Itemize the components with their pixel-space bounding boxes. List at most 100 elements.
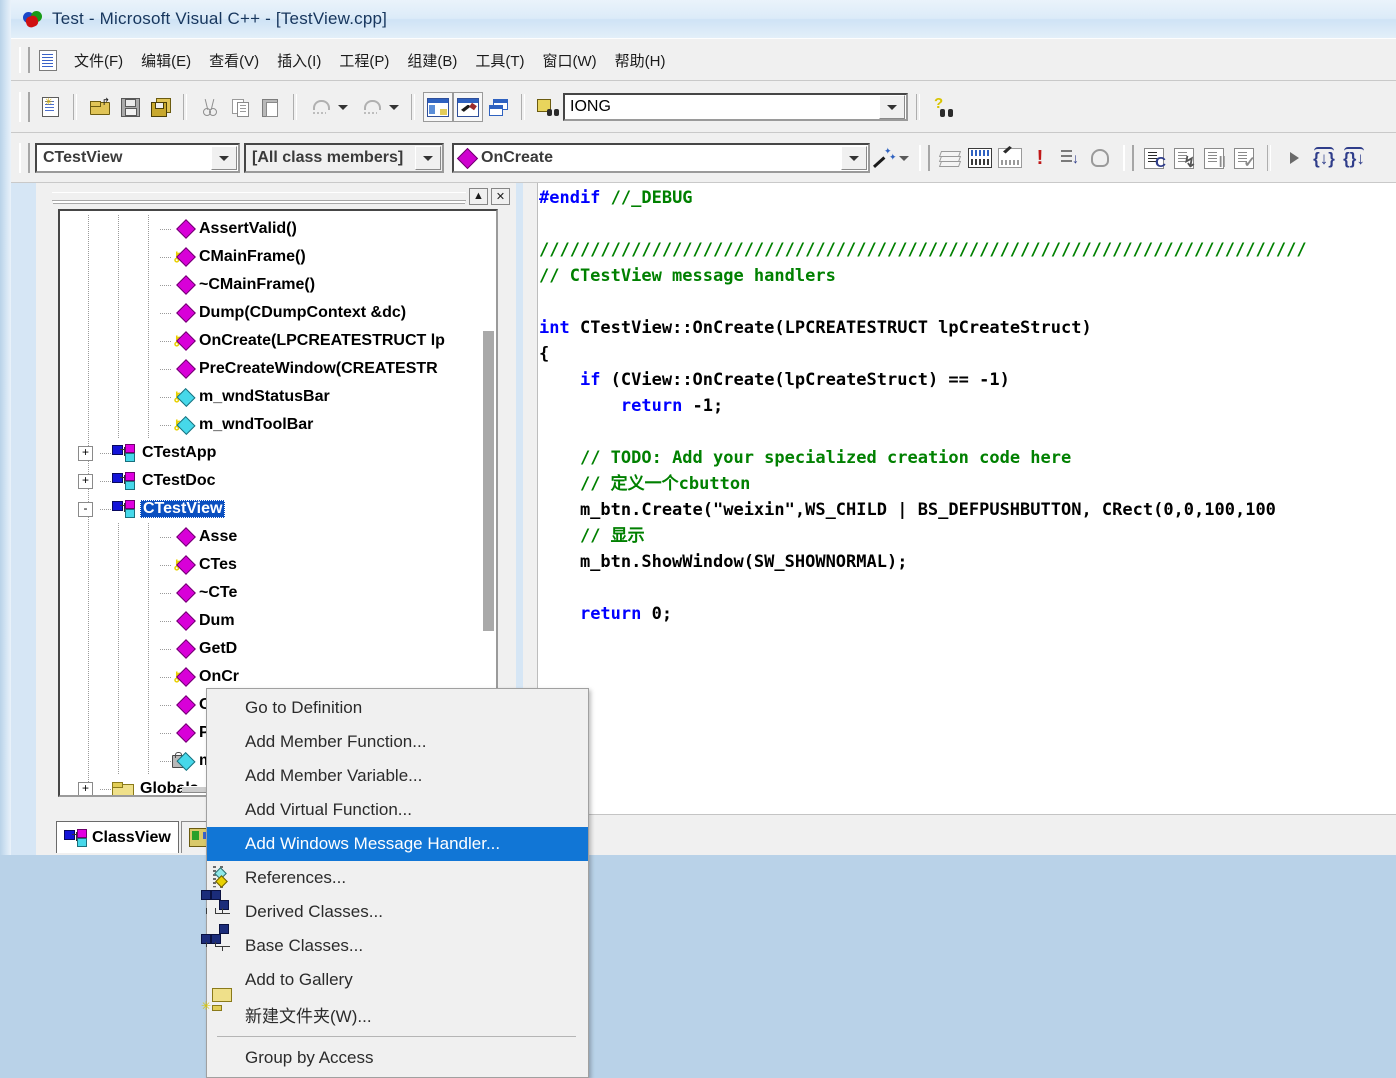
member-combo[interactable]: OnCreate (452, 143, 870, 173)
toolbar-separator (411, 94, 415, 120)
paste-button[interactable] (255, 92, 285, 122)
menuitem-label: Add to Gallery (245, 970, 353, 989)
menuitem-derived-classes[interactable]: Derived Classes... (201, 890, 588, 929)
output-button[interactable] (453, 92, 483, 122)
tree-expand-icon[interactable]: + (78, 474, 93, 489)
class-combo-dropdown[interactable] (211, 146, 237, 170)
find-help-button[interactable]: ? (928, 92, 958, 122)
tree-item[interactable]: Dum (60, 607, 496, 635)
magic-wand-icon[interactable]: ✦ ✦ (870, 146, 897, 170)
find-combo-dropdown[interactable] (879, 95, 905, 119)
compile-button[interactable]: C (1139, 144, 1169, 172)
close-icon[interactable]: ✕ (491, 187, 510, 205)
new-document-button[interactable]: ✳ (35, 92, 65, 122)
tree-item[interactable]: + CTestApp (60, 439, 496, 467)
menu-project[interactable]: 工程(P) (330, 47, 398, 74)
tree-item[interactable]: + CTestDoc (60, 467, 496, 495)
class-combo[interactable]: CTestView (35, 143, 240, 173)
menu-file[interactable]: 文件(F) (65, 47, 132, 74)
menuitem-new-folder[interactable]: ✳ 新建文件夹(W)... (201, 988, 588, 1031)
insert-breakpoint-button[interactable]: {↓} (1309, 144, 1339, 172)
undo-dropdown-icon[interactable] (338, 104, 348, 110)
tree-item[interactable]: Asse (60, 523, 496, 551)
menuitem-go-to-definition[interactable]: Go to Definition (207, 691, 588, 725)
tree-item[interactable]: ⚷CTes (60, 551, 496, 579)
workspace-button[interactable] (423, 92, 453, 122)
tree-item[interactable]: - CTestView (60, 495, 496, 523)
menuitem-add-member-function[interactable]: Add Member Function... (207, 725, 588, 759)
menuitem-references[interactable]: References... (207, 861, 588, 895)
menu-edit[interactable]: 编辑(E) (132, 47, 200, 74)
hand-button[interactable] (1085, 144, 1115, 172)
find-help-icon: ? (933, 96, 953, 117)
menu-window[interactable]: 窗口(W) (533, 47, 605, 74)
toolbar-gripper[interactable] (19, 92, 30, 122)
tree-collapse-icon[interactable]: - (78, 502, 93, 517)
save-button[interactable] (115, 92, 145, 122)
bookmark-next-button[interactable]: ↓ (1055, 144, 1085, 172)
menu-insert[interactable]: 插入(I) (268, 47, 330, 74)
menuitem-add-member-variable[interactable]: Add Member Variable... (207, 759, 588, 793)
execute-button[interactable]: ✓ (1229, 144, 1259, 172)
tab-classview[interactable]: ClassView (56, 821, 179, 853)
open-file-button[interactable]: ↱ (85, 92, 115, 122)
go-button[interactable] (1279, 144, 1309, 172)
error-button[interactable]: ! (1025, 144, 1055, 172)
search-keyboard-button[interactable] (965, 144, 995, 172)
menuitem-base-classes[interactable]: Base Classes... (201, 924, 588, 963)
context-menu[interactable]: Go to Definition Add Member Function... … (201, 688, 589, 1078)
save-all-button[interactable] (145, 92, 175, 122)
cut-button[interactable] (195, 92, 225, 122)
redo-button[interactable] (356, 92, 386, 122)
tree-item[interactable]: ~CTe (60, 579, 496, 607)
menubar-gripper[interactable] (19, 47, 30, 73)
code-editor[interactable]: #endif //_DEBUG ////////////////////////… (523, 183, 1396, 855)
tree-vertical-scrollbar[interactable] (483, 331, 494, 631)
tree-item[interactable]: AssertValid() (60, 215, 496, 243)
tree-guide-line (88, 299, 89, 327)
tree-item[interactable]: ~CMainFrame() (60, 271, 496, 299)
filter-combo-dropdown[interactable] (415, 146, 441, 170)
wizardbar-gripper-2[interactable] (919, 145, 930, 171)
tree-item[interactable]: ⚷OnCr (60, 663, 496, 691)
code-line: // CTestView message handlers (539, 266, 836, 286)
wizardbar-gripper[interactable] (19, 143, 30, 173)
tree-item[interactable]: Dump(CDumpContext &dc) (60, 299, 496, 327)
tree-item[interactable]: GetD (60, 635, 496, 663)
redo-dropdown-icon[interactable] (389, 104, 399, 110)
build-toolbar-gripper[interactable] (1123, 145, 1134, 171)
copy-button[interactable] (225, 92, 255, 122)
menuitem-add-windows-message-handler[interactable]: Add Windows Message Handler... (207, 827, 588, 861)
wizard-dropdown-icon[interactable] (899, 155, 909, 161)
workspace-grab-line[interactable] (52, 191, 466, 201)
menuitem-add-virtual-function[interactable]: Add Virtual Function... (207, 793, 588, 827)
undo-button[interactable] (305, 92, 335, 122)
menu-build[interactable]: 组建(B) (398, 47, 466, 74)
menuitem-add-to-gallery[interactable]: Add to Gallery (207, 963, 588, 997)
menuitem-group-by-access[interactable]: Group by Access (207, 1041, 588, 1075)
tree-item[interactable]: ⚷m_wndStatusBar (60, 383, 496, 411)
maximize-icon[interactable]: ▲ (469, 187, 488, 205)
remove-breakpoint-button[interactable]: {}↓ (1339, 144, 1369, 172)
member-combo-dropdown[interactable] (841, 146, 867, 170)
tree-expand-icon[interactable]: + (78, 446, 93, 461)
menu-view[interactable]: 查看(V) (200, 47, 268, 74)
tree-guide-line (160, 229, 171, 230)
tree-item[interactable]: ⚷CMainFrame() (60, 243, 496, 271)
menu-tools[interactable]: 工具(T) (466, 47, 533, 74)
clear-keyboard-button[interactable] (995, 144, 1025, 172)
stop-build-button[interactable]: ‖ (1199, 144, 1229, 172)
tree-item[interactable]: ⚷OnCreate(LPCREATESTRUCT lp (60, 327, 496, 355)
find-input[interactable]: IONG (565, 98, 879, 116)
filter-combo[interactable]: [All class members] (244, 143, 444, 173)
window-list-button[interactable] (483, 92, 513, 122)
build-button[interactable]: ↯ (1169, 144, 1199, 172)
tree-item[interactable]: PreCreateWindow(CREATESTR (60, 355, 496, 383)
books-button[interactable] (935, 144, 965, 172)
find-in-files-button[interactable] (533, 92, 563, 122)
menu-help[interactable]: 帮助(H) (606, 47, 675, 74)
source-code[interactable]: #endif //_DEBUG ////////////////////////… (539, 185, 1396, 855)
find-combo[interactable]: IONG (563, 93, 908, 121)
tree-item[interactable]: ⚷m_wndToolBar (60, 411, 496, 439)
